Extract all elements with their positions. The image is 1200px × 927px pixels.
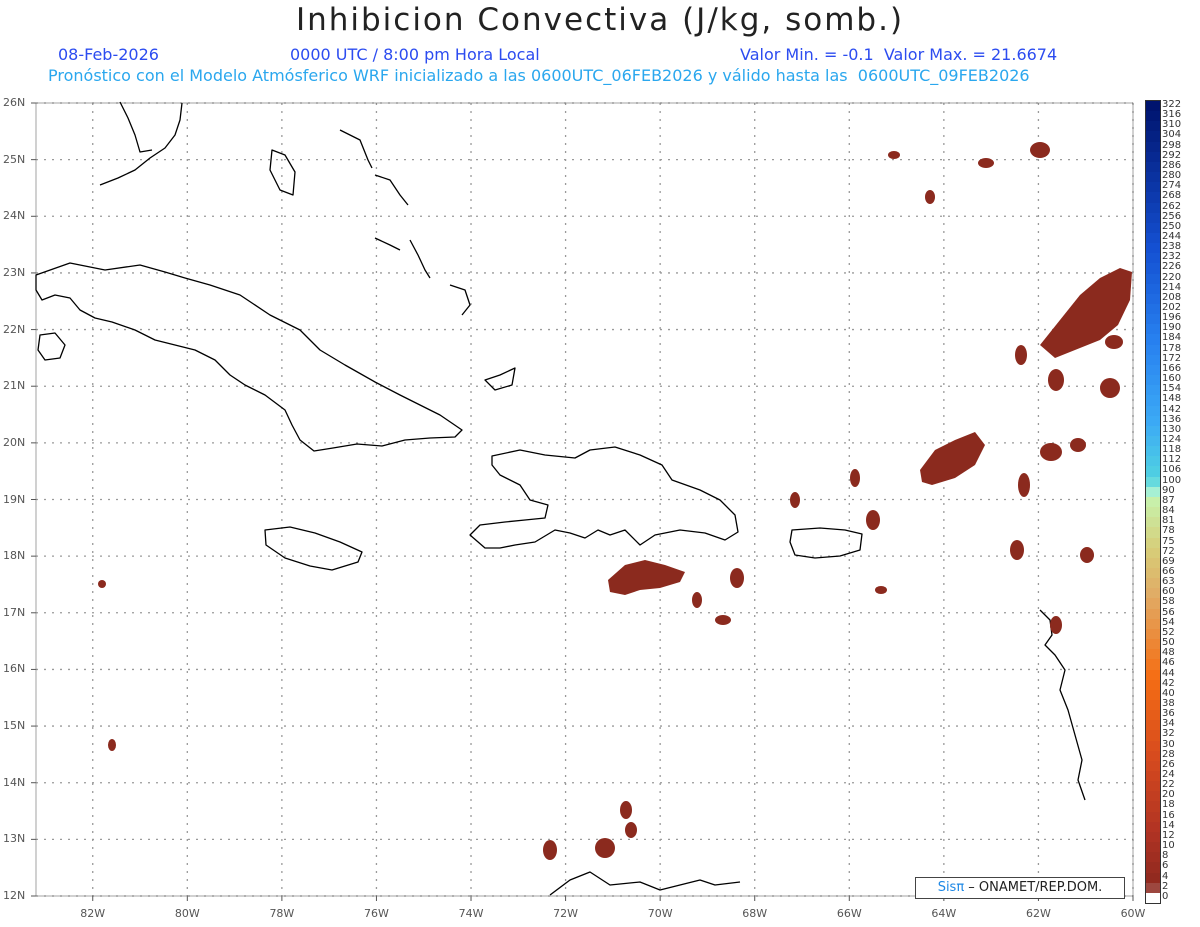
colorbar-label: 0 <box>1162 890 1169 902</box>
shade-blob <box>620 801 632 819</box>
shade-blob <box>608 560 685 595</box>
colorbar-label: 44 <box>1162 667 1175 679</box>
lat-label: 21N <box>3 379 26 393</box>
shade-blob <box>1018 473 1030 497</box>
cuba-coast <box>35 262 463 452</box>
lesser-antilles <box>1039 609 1086 801</box>
shade-blob <box>920 432 985 485</box>
shade-blob <box>1100 378 1120 398</box>
lon-label: 80W <box>174 907 200 920</box>
shade-blob <box>978 158 994 168</box>
puerto-rico-coast <box>789 527 863 559</box>
isla-juventud-coast <box>37 332 66 361</box>
lat-label: 18N <box>3 549 26 563</box>
lat-label: 14N <box>3 775 26 789</box>
coastlines <box>35 101 1086 896</box>
bahamas-2 <box>374 174 409 206</box>
credit-box: Sisπ – ONAMET/REP.DOM. <box>915 877 1125 899</box>
shade-blob <box>1015 345 1027 365</box>
shade-blob <box>1040 443 1062 461</box>
bahamas-1 <box>339 129 373 169</box>
lat-label: 13N <box>3 832 26 846</box>
colorbar-label: 106 <box>1162 464 1182 476</box>
lon-label: 62W <box>1025 907 1051 920</box>
lat-label: 23N <box>3 265 26 279</box>
shade-blob <box>1030 142 1050 158</box>
lat-label: 19N <box>3 492 26 506</box>
shade-blob <box>108 739 116 751</box>
lon-label: 76W <box>364 907 389 920</box>
shade-blob <box>866 510 880 530</box>
hispaniola-coast <box>469 446 739 549</box>
colorbar-label: 268 <box>1162 190 1182 202</box>
colorbar-label: 78 <box>1162 525 1175 537</box>
florida-coast <box>99 102 183 186</box>
bahamas-4 <box>374 237 401 251</box>
shade-blob <box>730 568 744 588</box>
colorbar-label: 6 <box>1162 860 1169 872</box>
colorbar-label: 46 <box>1162 657 1175 669</box>
map-plot <box>31 101 1134 901</box>
lat-label: 15N <box>3 719 26 733</box>
jamaica-coast <box>264 526 363 571</box>
florida-keys <box>119 101 153 153</box>
sispi-logo-text: Sisπ <box>937 880 965 895</box>
colorbar-frame <box>1145 100 1161 904</box>
bahamas-5 <box>449 284 471 316</box>
lon-label: 78W <box>269 907 295 920</box>
shade-blob <box>692 592 702 608</box>
shade-blob <box>543 840 557 860</box>
shade-blob <box>98 580 106 588</box>
lon-label: 60W <box>1120 907 1146 920</box>
shade-blob <box>1050 616 1062 634</box>
lat-label: 12N <box>3 889 26 902</box>
lat-lon-grid <box>31 102 1134 901</box>
andros-coast <box>269 149 296 196</box>
lat-label: 17N <box>3 605 26 619</box>
shade-blob <box>715 615 731 625</box>
credit-text: – ONAMET/REP.DOM. <box>964 880 1103 895</box>
shade-blob <box>595 838 615 858</box>
shade-blob <box>888 151 900 159</box>
shade-blob <box>875 586 887 594</box>
lon-label: 82W <box>80 907 106 920</box>
lon-label: 64W <box>931 907 957 920</box>
lat-label: 22N <box>3 322 26 336</box>
lon-label: 68W <box>742 907 768 920</box>
lon-label: 70W <box>647 907 673 920</box>
lat-label: 26N <box>3 96 26 109</box>
lat-label: 24N <box>3 209 26 223</box>
lon-label: 74W <box>458 907 484 920</box>
shade-blob <box>1105 335 1123 349</box>
shade-blob <box>1010 540 1024 560</box>
inhibition-shading <box>98 142 1132 860</box>
lat-label: 25N <box>3 152 26 166</box>
lat-label: 16N <box>3 662 26 676</box>
colorbar-label: 304 <box>1162 129 1182 141</box>
shade-blob <box>1070 438 1086 452</box>
colorbar-label: 18 <box>1162 799 1175 811</box>
lat-label: 20N <box>3 435 26 449</box>
colorbar-label: 226 <box>1162 261 1182 273</box>
colorbar-label: 32 <box>1162 728 1175 740</box>
shade-blob <box>1048 369 1064 391</box>
colorbar-label: 148 <box>1162 393 1182 405</box>
colorbar-label: 184 <box>1162 332 1182 344</box>
map-frame <box>35 102 1134 897</box>
shade-blob <box>790 492 800 508</box>
venezuela-coast <box>549 871 741 896</box>
lon-label: 72W <box>553 907 579 920</box>
lon-label: 66W <box>836 907 862 920</box>
shade-blob <box>625 822 637 838</box>
shade-blob <box>850 469 860 487</box>
shade-blob <box>1080 547 1094 563</box>
colorbar-label: 58 <box>1162 596 1175 608</box>
shade-blob <box>925 190 935 204</box>
